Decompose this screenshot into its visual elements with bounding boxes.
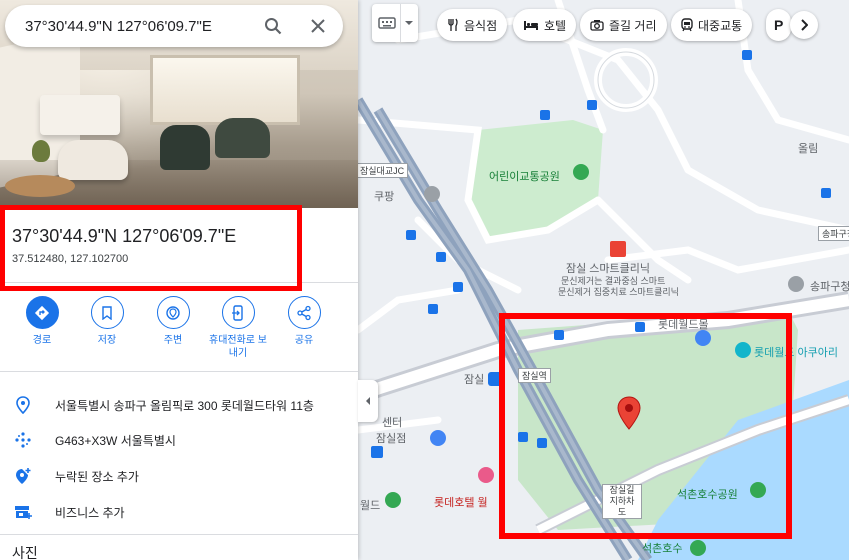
add-business-text: 비즈니스 추가	[55, 505, 125, 520]
poi-clinic	[610, 241, 626, 257]
search-input[interactable]	[25, 17, 265, 35]
directions-icon	[25, 296, 59, 329]
label-coupang[interactable]: 쿠팡	[374, 188, 394, 204]
label-world: 월드	[360, 500, 381, 512]
chevron-down-icon	[404, 20, 414, 26]
label-jamsil-daegyo: 잠실대교JC	[358, 163, 409, 178]
poi-hotel	[478, 467, 494, 483]
close-icon[interactable]	[306, 14, 330, 38]
plus-code-text: G463+X3W 서울특별시	[55, 433, 176, 448]
address-text: 서울특별시 송파구 올림픽로 300 롯데월드타워 11층	[55, 398, 314, 413]
save-button[interactable]: 저장	[75, 296, 139, 347]
transit-icon	[681, 18, 693, 32]
label-olympic: 올림	[798, 143, 819, 155]
label-center: 센터	[382, 417, 403, 429]
storefront-icon	[13, 502, 33, 522]
label-clinic-sub2: 문신제거 집중치료 스마트클리닉	[558, 287, 679, 297]
poi-world	[385, 492, 401, 508]
poi-songpa	[788, 276, 804, 292]
address-row[interactable]: 서울특별시 송파구 올림픽로 300 롯데월드타워 11층	[0, 387, 358, 423]
search-box[interactable]	[5, 5, 343, 47]
directions-button[interactable]: 경로	[10, 296, 74, 347]
label-lotte-hotel[interactable]: 롯데호텔 월	[434, 494, 488, 510]
parking-icon: P	[774, 17, 784, 33]
label-children-park[interactable]: 어린이교통공원	[489, 168, 560, 184]
highlight-coordinates-box	[0, 205, 302, 291]
keyboard-icon	[378, 16, 396, 30]
label-jamsil-store[interactable]: 잠실점	[376, 430, 406, 446]
highlight-map-region	[499, 313, 792, 539]
poi-park	[573, 164, 589, 180]
collapse-panel-button[interactable]	[358, 380, 378, 422]
chip-things-to-do[interactable]: 즐길 거리	[580, 9, 667, 41]
chip-hotels[interactable]: 호텔	[513, 9, 577, 41]
nearby-icon	[156, 296, 190, 329]
chip-parking[interactable]: P	[766, 9, 792, 41]
poi-coupang	[424, 186, 440, 202]
divider	[0, 371, 358, 372]
plus-code-icon	[13, 430, 33, 450]
action-bar: 경로 저장 주변 휴대전화로 보내기 공유	[0, 296, 358, 366]
divider	[0, 534, 358, 535]
nearby-button[interactable]: 주변	[141, 296, 205, 347]
label-seokchon[interactable]: 석촌호수	[642, 540, 682, 556]
add-missing-place-text: 누락된 장소 추가	[55, 469, 139, 484]
hotel-icon	[523, 19, 539, 31]
place-pin-icon	[13, 395, 33, 415]
photos-heading: 사진	[12, 545, 38, 560]
add-location-icon	[13, 466, 33, 486]
caret-left-icon	[365, 396, 371, 406]
input-tools-button[interactable]	[372, 4, 418, 42]
share-button[interactable]: 공유	[272, 296, 336, 347]
search-icon[interactable]	[261, 14, 285, 38]
poi-lake	[690, 540, 706, 556]
send-to-phone-icon	[221, 296, 255, 329]
add-missing-place-row[interactable]: 누락된 장소 추가	[0, 458, 358, 494]
chip-transit[interactable]: 대중교통	[671, 9, 753, 41]
chips-next-button[interactable]	[790, 11, 818, 39]
send-to-phone-button[interactable]: 휴대전화로 보내기	[206, 296, 270, 360]
camera-icon	[590, 19, 604, 31]
poi-store	[430, 430, 446, 446]
location-pin-icon[interactable]	[617, 396, 641, 435]
chevron-right-icon	[800, 19, 808, 31]
label-jamsil-station[interactable]: 잠실	[464, 371, 484, 387]
chip-restaurants[interactable]: 음식점	[437, 9, 508, 41]
label-songpa-short[interactable]: 송파구청	[810, 278, 849, 294]
restaurant-icon	[447, 18, 459, 32]
label-songpa-gu: 송파구청	[818, 226, 849, 241]
place-panel: 37°30'44.9"N 127°06'09.7"E 37.512480, 12…	[0, 0, 358, 560]
share-icon	[287, 296, 321, 329]
plus-code-row[interactable]: G463+X3W 서울특별시	[0, 422, 358, 458]
add-business-row[interactable]: 비즈니스 추가	[0, 494, 358, 530]
bookmark-icon	[90, 296, 124, 329]
